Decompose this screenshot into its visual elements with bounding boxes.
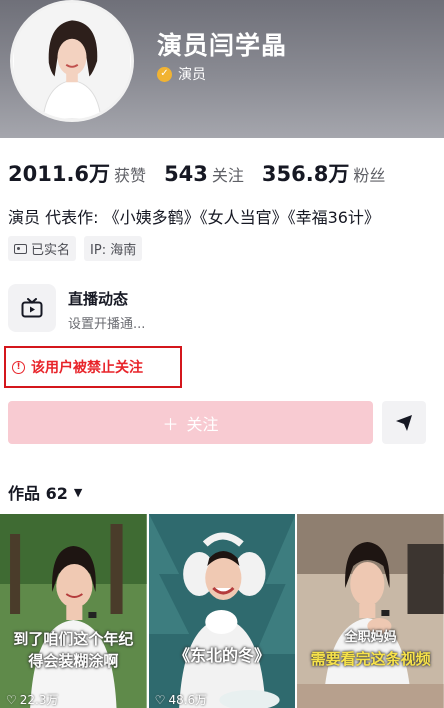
video-3-image bbox=[297, 514, 444, 708]
likes-label: 获赞 bbox=[114, 166, 147, 185]
video-3-caption-2: 需要看完这条视频 bbox=[310, 650, 431, 668]
video-1-plays-count: 22.3万 bbox=[19, 693, 59, 707]
likes-count[interactable]: 2011.6万 bbox=[8, 158, 110, 188]
live-title[interactable]: 直播动态 bbox=[68, 288, 128, 309]
id-card-icon bbox=[14, 243, 27, 254]
video-thumbnail-1[interactable]: 到了咱们这个年纪 得会装糊涂啊 ♡ 22.3万 bbox=[0, 514, 147, 708]
video-2-plays: ♡ 48.6万 bbox=[155, 691, 208, 708]
profile-header: 演员闫学晶 ✓ 演员 bbox=[0, 0, 444, 138]
works-grid: 到了咱们这个年纪 得会装糊涂啊 ♡ 22.3万 《东北的冬》 ♡ 48.6万 全… bbox=[0, 514, 444, 708]
works-tab[interactable]: 作品 62 ▼ bbox=[8, 480, 82, 504]
video-2-image bbox=[148, 514, 296, 708]
video-2-plays-count: 48.6万 bbox=[168, 693, 208, 707]
heart-icon: ♡ bbox=[6, 692, 17, 707]
ban-notice: ! 该用户被禁止关注 bbox=[4, 346, 182, 388]
realname-tag: 已实名 bbox=[8, 236, 77, 261]
profile-tags: 已实名 IP: 海南 bbox=[8, 236, 143, 261]
video-1-image bbox=[0, 514, 147, 708]
send-icon bbox=[396, 414, 412, 431]
live-icon-button[interactable] bbox=[8, 284, 56, 332]
share-button[interactable] bbox=[382, 401, 426, 444]
alert-icon: ! bbox=[12, 360, 25, 374]
live-subtitle[interactable]: 设置开播通... bbox=[68, 313, 145, 332]
profile-name: 演员闫学晶 bbox=[157, 31, 288, 60]
profile-bio: 演员 代表作: 《小姨多鹤》《女人当官》《幸福36计》 bbox=[8, 208, 380, 227]
tv-icon bbox=[21, 298, 43, 318]
video-2-caption: 《东北的冬》 bbox=[174, 646, 271, 665]
video-thumbnail-3[interactable]: 全职妈妈 需要看完这条视频 bbox=[297, 514, 444, 708]
video-3-caption: 全职妈妈 bbox=[344, 630, 397, 645]
following-label: 关注 bbox=[211, 166, 244, 185]
caret-down-icon: ▼ bbox=[73, 485, 83, 499]
followers-count[interactable]: 356.8万 bbox=[262, 158, 349, 188]
profile-stats: 2011.6万 获赞 543 关注 356.8万 粉丝 bbox=[8, 158, 403, 188]
heart-icon: ♡ bbox=[154, 692, 166, 707]
ip-tag: IP: 海南 bbox=[84, 236, 143, 261]
video-1-caption-2: 得会装糊涂啊 bbox=[28, 652, 119, 670]
ip-label: IP: 海南 bbox=[90, 243, 137, 258]
video-thumbnail-2[interactable]: 《东北的冬》 ♡ 48.6万 bbox=[148, 514, 296, 708]
works-label: 作品 62 bbox=[8, 484, 68, 503]
followers-label: 粉丝 bbox=[353, 166, 386, 185]
follow-button[interactable]: ＋ 关注 bbox=[8, 401, 373, 444]
verification-badge: ✓ 演员 bbox=[157, 64, 206, 84]
verified-icon: ✓ bbox=[157, 66, 172, 82]
realname-label: 已实名 bbox=[31, 243, 71, 258]
verification-label: 演员 bbox=[178, 67, 206, 83]
avatar[interactable] bbox=[10, 0, 134, 122]
follow-label: 关注 bbox=[186, 414, 219, 434]
ban-notice-text: 该用户被禁止关注 bbox=[31, 360, 143, 376]
following-count[interactable]: 543 bbox=[164, 162, 208, 186]
video-1-caption: 到了咱们这个年纪 bbox=[13, 630, 134, 648]
plus-icon: ＋ bbox=[162, 414, 179, 434]
video-1-plays: ♡ 22.3万 bbox=[6, 691, 59, 708]
